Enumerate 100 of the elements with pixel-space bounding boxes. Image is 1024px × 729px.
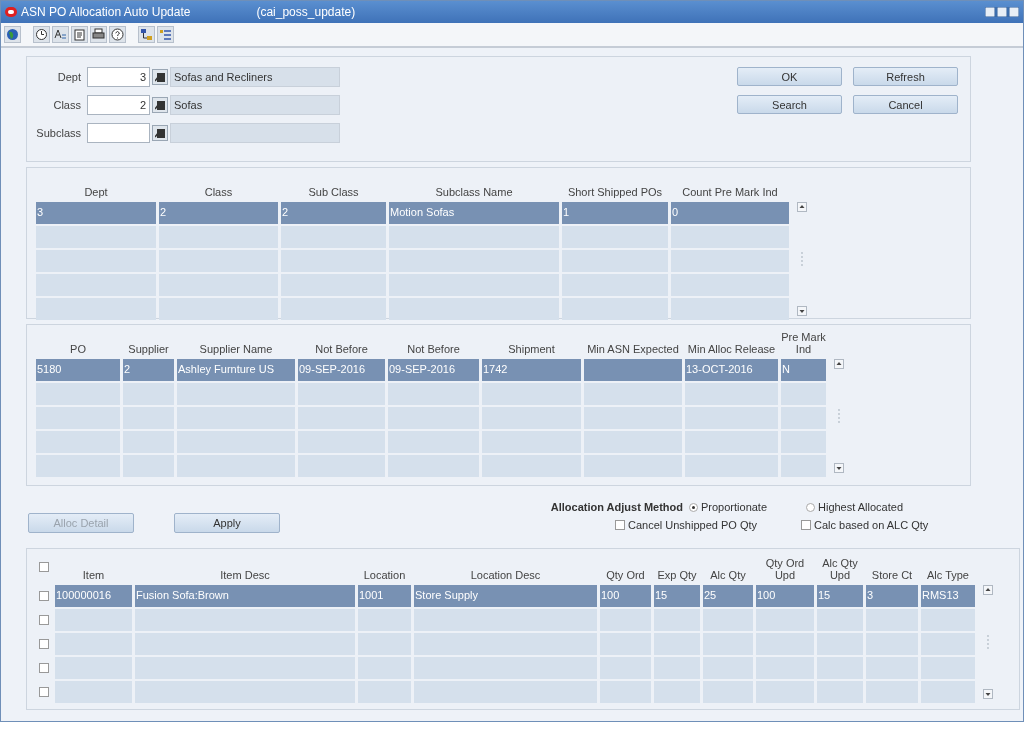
column-header: Alc Qty — [709, 568, 747, 583]
column-header: Class — [203, 185, 234, 200]
code-field[interactable]: 3 — [87, 67, 150, 87]
column-header: Qty Ord — [605, 568, 646, 583]
table-cell: Store Supply — [414, 585, 597, 607]
scroll-grip-icon[interactable] — [800, 251, 804, 267]
window-controls-icon[interactable] — [985, 7, 1019, 17]
clock-icon[interactable] — [33, 26, 50, 43]
column-header: Alc Type — [926, 568, 970, 583]
column-header: Pre Mark Ind — [781, 330, 826, 357]
help-icon[interactable] — [109, 26, 126, 43]
list-icon[interactable] — [157, 26, 174, 43]
table-cell — [123, 431, 174, 453]
table-cell — [817, 657, 863, 679]
action-button[interactable]: Search — [737, 95, 842, 114]
column-header: PO — [69, 342, 87, 357]
scroll-grip-icon[interactable] — [837, 408, 841, 424]
select-all-checkbox[interactable] — [39, 562, 49, 572]
module-name: (cai_poss_update) — [256, 5, 356, 19]
field-label: Dept — [56, 71, 82, 83]
method-label: Allocation Adjust Method — [549, 501, 684, 513]
code-field[interactable] — [87, 123, 150, 143]
column-header: Not Before — [314, 342, 369, 357]
code-field[interactable]: 2 — [87, 95, 150, 115]
scroll-up-icon[interactable] — [834, 359, 844, 369]
action-button[interactable]: Refresh — [853, 67, 958, 86]
table-cell: RMS13 — [921, 585, 975, 607]
field-label: Class — [52, 99, 82, 111]
row-checkbox[interactable] — [39, 687, 49, 697]
table-cell — [866, 633, 918, 655]
action-button[interactable]: OK — [737, 67, 842, 86]
table-cell — [600, 609, 651, 631]
column-header: Location — [362, 568, 407, 583]
table-cell — [654, 609, 700, 631]
table-cell — [123, 455, 174, 477]
radio-button[interactable] — [689, 502, 698, 512]
printer-icon[interactable] — [90, 26, 107, 43]
window-title: ASN PO Allocation Auto Update — [21, 5, 191, 19]
table-cell — [817, 633, 863, 655]
column-header: Count Pre Mark Ind — [681, 185, 779, 200]
scroll-down-icon[interactable] — [983, 689, 993, 699]
globe-icon[interactable] — [4, 26, 21, 43]
option-checkbox[interactable] — [615, 520, 625, 530]
scroll-grip-icon[interactable] — [986, 634, 990, 650]
table-cell — [756, 681, 814, 703]
hierarchy-icon[interactable] — [138, 26, 155, 43]
app-logo-icon — [5, 6, 17, 18]
table-cell: 5180 — [36, 359, 120, 381]
row-checkbox[interactable] — [39, 591, 49, 601]
radio-button[interactable] — [806, 502, 815, 512]
column-header: Min ASN Expected — [586, 342, 680, 357]
scroll-down-icon[interactable] — [797, 306, 807, 316]
table-cell — [921, 609, 975, 631]
column-header: Sub Class — [307, 185, 360, 200]
table-cell — [781, 407, 826, 429]
table-cell — [921, 657, 975, 679]
column-header: Short Shipped POs — [566, 185, 664, 200]
table-cell — [921, 633, 975, 655]
table-cell: 100 — [756, 585, 814, 607]
font-icon[interactable] — [52, 26, 69, 43]
row-checkbox[interactable] — [39, 663, 49, 673]
table-cell: 15 — [817, 585, 863, 607]
action-button[interactable]: Cancel — [853, 95, 958, 114]
option-checkbox[interactable] — [801, 520, 811, 530]
table-cell — [921, 681, 975, 703]
table-cell — [781, 455, 826, 477]
table-cell — [756, 657, 814, 679]
scroll-up-icon[interactable] — [983, 585, 993, 595]
table-cell — [781, 383, 826, 405]
action-button[interactable]: Apply — [174, 513, 280, 533]
scroll-up-icon[interactable] — [797, 202, 807, 212]
table-cell — [358, 633, 411, 655]
table-cell: 13-OCT-2016 — [685, 359, 778, 381]
table-cell — [866, 681, 918, 703]
table-cell: 09-SEP-2016 — [298, 359, 385, 381]
table-cell — [123, 383, 174, 405]
description-field: Sofas and Recliners — [170, 67, 340, 87]
table-cell — [817, 681, 863, 703]
table-cell: 2 — [281, 202, 386, 224]
table-cell: 0 — [671, 202, 789, 224]
notes-icon[interactable] — [71, 26, 88, 43]
table-cell: 2 — [159, 202, 278, 224]
table-cell — [358, 609, 411, 631]
table-cell: 1001 — [358, 585, 411, 607]
table-cell — [817, 609, 863, 631]
table-cell: 1742 — [482, 359, 581, 381]
radio-label: Highest Allocated — [818, 501, 903, 513]
table-cell — [654, 681, 700, 703]
column-header: Shipment — [507, 342, 556, 357]
radio-label: Proportionate — [701, 501, 768, 513]
column-header: Dept — [83, 185, 109, 200]
scroll-down-icon[interactable] — [834, 463, 844, 473]
table-cell — [703, 609, 753, 631]
table-cell — [703, 657, 753, 679]
column-header: Qty Ord Upd — [764, 556, 806, 583]
row-checkbox[interactable] — [39, 639, 49, 649]
table-cell: 100 — [600, 585, 651, 607]
row-checkbox[interactable] — [39, 615, 49, 625]
table-cell: Motion Sofas — [389, 202, 559, 224]
column-header: Item Desc — [219, 568, 271, 583]
